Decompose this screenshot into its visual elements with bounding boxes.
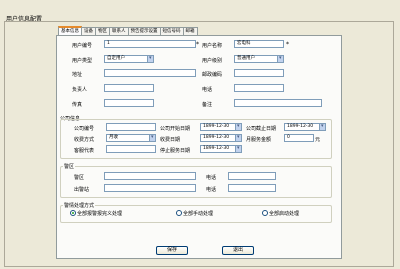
alarm-area-phone-input[interactable] xyxy=(228,172,276,180)
tab-sms-numbers[interactable]: 短信号码 xyxy=(159,27,184,35)
user-type-label: 用户类型 xyxy=(72,58,93,64)
phone-input[interactable] xyxy=(234,84,284,92)
phone-label: 电话 xyxy=(202,87,213,93)
alarm-area-label: 警区 xyxy=(74,175,85,181)
manager-input[interactable] xyxy=(106,145,156,153)
address-label: 地址 xyxy=(72,72,83,78)
postcode-input[interactable] xyxy=(234,69,284,77)
user-name-label: 用户名称 xyxy=(202,43,223,49)
handling-option-radio[interactable] xyxy=(262,210,268,216)
exit-button[interactable]: 退出 xyxy=(222,246,254,255)
company-no-label: 公司编号 xyxy=(74,126,95,132)
address-input[interactable] xyxy=(104,69,196,77)
end-date-label: 公司截止日期 xyxy=(246,126,277,132)
chevron-down-icon[interactable] xyxy=(235,134,241,141)
stop-date-label: 停止服务日期 xyxy=(160,148,191,154)
fee-amount-label: 月服务金额 xyxy=(246,137,272,143)
company-no-input[interactable] xyxy=(106,123,156,131)
tab-devices[interactable]: 设备 xyxy=(81,27,96,35)
user-no-label: 用户编号 xyxy=(72,43,93,49)
chevron-down-icon[interactable] xyxy=(277,55,283,62)
contact-label: 负责人 xyxy=(72,87,88,93)
fee-date-picker[interactable]: 1899-12-30 xyxy=(200,134,242,142)
handling-option-radio[interactable] xyxy=(70,210,76,216)
tab-zones[interactable]: 物区 xyxy=(95,27,110,35)
chevron-down-icon[interactable] xyxy=(235,123,241,130)
user-type-select[interactable]: 自定用户 xyxy=(104,55,154,63)
tab-bar: 基本信息 设备 物区 联系人 预告提示设置 短信号码 邮箱 xyxy=(58,26,198,36)
chevron-down-icon[interactable] xyxy=(319,123,325,130)
station-phone-input[interactable] xyxy=(228,184,276,192)
remark-label: 备注 xyxy=(202,102,213,108)
save-button[interactable]: 保存 xyxy=(156,246,188,255)
user-name-input[interactable]: 宏电科 xyxy=(234,40,284,48)
alarm-area-group xyxy=(60,166,332,198)
required-mark: * xyxy=(196,41,199,48)
handling-option-label[interactable]: 全部手动处理 xyxy=(183,210,213,217)
start-date-picker[interactable]: 1899-12-30 xyxy=(200,123,242,131)
user-no-input[interactable]: 1 xyxy=(104,40,196,48)
fee-amount-input[interactable]: 0 xyxy=(284,134,314,142)
end-date-picker[interactable]: 1899-12-30 xyxy=(284,123,326,131)
stop-date-picker[interactable]: 1899-12-30 xyxy=(200,145,242,153)
fee-unit-label: 元 xyxy=(315,137,321,143)
alarm-area-title: 警区 xyxy=(63,163,76,170)
alarm-area-input[interactable] xyxy=(104,172,196,180)
handling-option-label[interactable]: 全部启动处理 xyxy=(269,210,299,217)
remark-input[interactable] xyxy=(234,99,322,107)
tab-email[interactable]: 邮箱 xyxy=(182,27,198,35)
station-input[interactable] xyxy=(104,184,196,192)
chevron-down-icon[interactable] xyxy=(235,145,241,152)
contact-input[interactable] xyxy=(104,84,154,92)
chevron-down-icon[interactable] xyxy=(149,134,155,141)
fee-date-label: 收费日期 xyxy=(160,137,181,143)
user-level-select[interactable]: 普通用户 xyxy=(234,55,284,63)
manager-label: 客服代表 xyxy=(74,148,95,154)
handling-title: 警情处理方式 xyxy=(63,202,96,209)
start-date-label: 公司开始日期 xyxy=(160,126,191,132)
required-mark: * xyxy=(286,41,289,48)
station-phone-label: 电话 xyxy=(206,187,217,193)
station-label: 出警站 xyxy=(74,187,90,193)
handling-option-label[interactable]: 全部报警报完义处理 xyxy=(77,210,122,217)
tab-notice-settings[interactable]: 预告提示设置 xyxy=(127,27,161,35)
postcode-label: 邮政编码 xyxy=(202,72,223,78)
fee-method-label: 收费方式 xyxy=(74,137,95,143)
tab-contacts[interactable]: 联系人 xyxy=(109,27,129,35)
fax-label: 传真 xyxy=(72,102,83,108)
user-level-label: 用户级别 xyxy=(202,58,223,64)
fax-input[interactable] xyxy=(104,99,154,107)
alarm-area-phone-label: 电话 xyxy=(206,175,217,181)
handling-option-radio[interactable] xyxy=(176,210,182,216)
chevron-down-icon[interactable] xyxy=(147,55,153,62)
fee-method-select[interactable]: 月收 xyxy=(106,134,156,142)
